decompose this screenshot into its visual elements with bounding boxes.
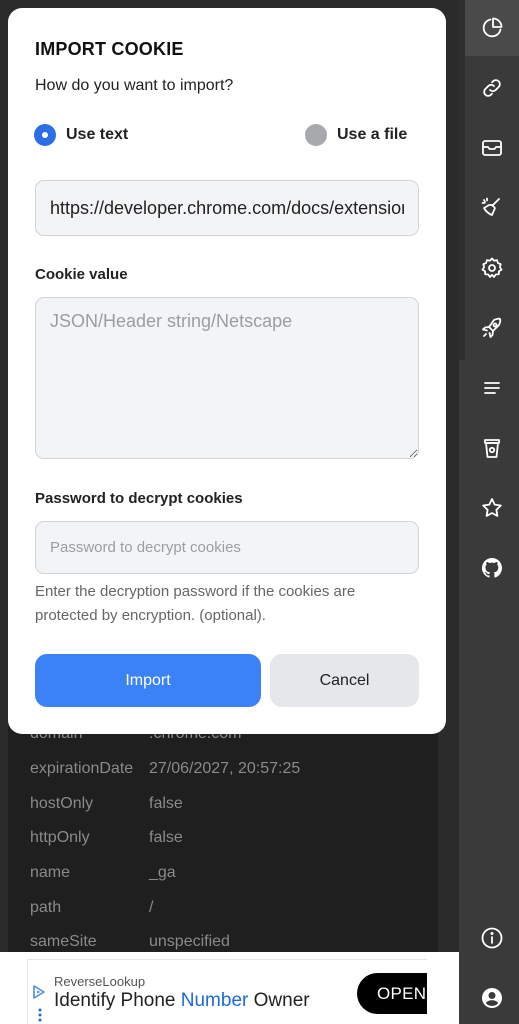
archive-icon bbox=[482, 140, 502, 156]
ad-headline-start: Identify Phone bbox=[54, 990, 181, 1011]
import-method-question: How do you want to import? bbox=[35, 77, 234, 94]
cup-icon bbox=[484, 439, 500, 458]
menu-lines-icon bbox=[484, 382, 500, 394]
sidebar-item-links[interactable] bbox=[465, 60, 519, 116]
cookie-field-value: false bbox=[149, 795, 183, 812]
cookie-field-row: hostOnly false bbox=[30, 795, 430, 819]
cookie-field-row: httpOnly false bbox=[30, 829, 430, 853]
radio-unselected-indicator[interactable] bbox=[305, 124, 327, 146]
sidebar-item-account[interactable] bbox=[465, 970, 519, 1024]
sidebar-item-list[interactable] bbox=[465, 360, 519, 416]
cookie-field-key: httpOnly bbox=[30, 829, 90, 846]
cookie-field-value: _ga bbox=[149, 864, 176, 881]
cancel-button[interactable]: Cancel bbox=[270, 654, 419, 707]
sidebar-item-storage[interactable] bbox=[465, 120, 519, 176]
github-icon bbox=[481, 557, 502, 578]
cookie-field-key: name bbox=[30, 864, 71, 881]
link-icon bbox=[483, 79, 501, 97]
import-cookie-dialog: IMPORT COOKIE How do you want to import?… bbox=[8, 8, 446, 734]
ad-brand: ReverseLookup bbox=[54, 974, 146, 989]
sidebar-item-cleaner[interactable] bbox=[465, 180, 519, 236]
cookie-field-value: / bbox=[149, 899, 154, 916]
account-icon bbox=[482, 988, 502, 1008]
sidebar-item-launch[interactable] bbox=[465, 300, 519, 356]
radio-use-file[interactable]: Use a file bbox=[305, 124, 407, 146]
cookie-field-row: path / bbox=[30, 899, 430, 923]
star-icon bbox=[482, 498, 502, 517]
ad-headline[interactable]: Identify Phone Number Owner bbox=[54, 990, 310, 1012]
cookie-value-textarea[interactable] bbox=[35, 297, 419, 459]
cookie-field-key: expirationDate bbox=[30, 760, 134, 777]
cookie-value-label: Cookie value bbox=[35, 266, 128, 283]
password-label: Password to decrypt cookies bbox=[35, 490, 243, 507]
settings-icon bbox=[481, 257, 503, 278]
radio-use-text[interactable]: Use text bbox=[34, 124, 128, 146]
cookie-field-value: false bbox=[149, 829, 183, 846]
cookie-field-value: 27/06/2027, 20:57:25 bbox=[149, 760, 301, 777]
sidebar-item-settings[interactable] bbox=[465, 240, 519, 296]
password-help-text: Enter the decryption password if the coo… bbox=[35, 583, 356, 624]
cookie-field-key: path bbox=[30, 899, 62, 916]
ad-menu-dots-icon[interactable] bbox=[38, 1008, 42, 1022]
cookie-field-key: sameSite bbox=[30, 933, 97, 950]
sidebar-item-github[interactable] bbox=[465, 540, 519, 596]
cookie-field-row: expirationDate 27/06/2027, 20:57:25 bbox=[30, 760, 430, 784]
ad-choices-icon[interactable] bbox=[31, 984, 47, 1000]
password-input[interactable] bbox=[35, 521, 419, 574]
info-icon bbox=[481, 927, 503, 949]
pie-chart-icon bbox=[482, 17, 503, 38]
ad-content[interactable]: ReverseLookup Identify Phone Number Owne… bbox=[27, 959, 427, 1024]
ad-banner[interactable]: ReverseLookup Identify Phone Number Owne… bbox=[0, 952, 459, 1024]
ad-headline-end: Owner bbox=[248, 990, 310, 1011]
radio-use-text-label[interactable]: Use text bbox=[66, 126, 128, 144]
url-input[interactable] bbox=[35, 180, 419, 236]
sidebar-item-coffee[interactable] bbox=[465, 420, 519, 476]
radio-selected-indicator[interactable] bbox=[34, 124, 56, 146]
ad-headline-highlight: Number bbox=[180, 990, 249, 1011]
radio-use-file-label[interactable]: Use a file bbox=[337, 126, 407, 144]
rocket-icon bbox=[482, 317, 502, 338]
ad-open-button[interactable]: OPEN bbox=[357, 973, 427, 1014]
broom-icon bbox=[481, 197, 500, 216]
sidebar-item-statistics[interactable] bbox=[465, 0, 519, 56]
sidebar bbox=[459, 0, 519, 1024]
dialog-title: IMPORT COOKIE bbox=[35, 39, 184, 59]
import-button[interactable]: Import bbox=[35, 654, 261, 707]
sidebar-item-favorites[interactable] bbox=[465, 480, 519, 536]
cookie-details-panel: domain .chrome.com expirationDate 27/06/… bbox=[8, 700, 438, 952]
cookie-field-row: name _ga bbox=[30, 864, 430, 888]
cookie-field-value: unspecified bbox=[149, 933, 230, 950]
cookie-field-key: hostOnly bbox=[30, 795, 94, 812]
sidebar-item-info[interactable] bbox=[465, 910, 519, 966]
